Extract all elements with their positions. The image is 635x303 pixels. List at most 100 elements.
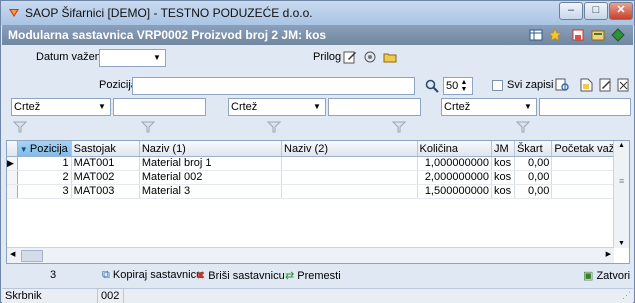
close-button[interactable]: ✕ (609, 2, 633, 20)
scroll-left-icon[interactable]: ◀ (10, 250, 15, 258)
sort-desc-icon: ▼ (19, 144, 30, 154)
filter-3-value-input[interactable] (539, 98, 631, 116)
form-icon[interactable] (591, 28, 605, 42)
exit-icon[interactable] (611, 28, 625, 42)
edit-document-icon[interactable] (599, 78, 612, 92)
filter-icons-row (2, 119, 633, 135)
cell-naziv2[interactable] (281, 170, 418, 185)
col-header-kolicina[interactable]: Količina (417, 141, 493, 157)
cell-kolicina[interactable]: 1,500000000 (417, 184, 493, 199)
filter-1-field: Crtež (14, 101, 41, 113)
filter-funnel-icon[interactable] (516, 121, 530, 133)
filter-1-field-dropdown[interactable]: Crtež ▼ (11, 98, 111, 116)
grid-view-icon[interactable] (529, 28, 543, 42)
cell-sastojak[interactable]: MAT003 (71, 184, 140, 199)
horizontal-scrollbar[interactable]: ◀ ▶ (7, 247, 614, 263)
col-header-skart[interactable]: Škart (514, 141, 553, 157)
maximize-button[interactable]: □ (584, 2, 608, 20)
scroll-down-icon[interactable]: ▼ (618, 240, 625, 247)
status-value: 002 (98, 289, 124, 303)
resize-grip-icon[interactable]: ⋰ (622, 290, 631, 301)
chevron-down-icon: ▼ (313, 102, 321, 111)
move-icon: ⇄ (285, 270, 298, 282)
svi-zapisi-label: Svi zapisi (507, 79, 554, 91)
scroll-up-icon[interactable]: ▲ (618, 142, 625, 149)
col-header-naziv2[interactable]: Naziv (2) (281, 141, 418, 157)
filter-2-value-input[interactable] (328, 98, 421, 116)
stepper-arrows-icon[interactable]: ▲ ▼ (457, 79, 471, 93)
table-row[interactable]: ▶ 1 MAT001 Material broj 1 1,000000000 k… (7, 156, 629, 171)
validity-row: Datum važenja ▼ Prilog (2, 47, 633, 69)
horizontal-scroll-thumb[interactable] (21, 250, 43, 262)
cell-naziv1[interactable]: Material 002 (139, 170, 283, 185)
filter-1-value-input[interactable] (113, 98, 206, 116)
cell-sastojak[interactable]: MAT002 (71, 170, 140, 185)
row-indicator[interactable] (7, 170, 18, 185)
delete-bom-button[interactable]: ✖ Briši sastavnicu (196, 269, 285, 282)
col-header-naziv1[interactable]: Naziv (1) (139, 141, 283, 157)
copy-bom-button[interactable]: ⧉ Kopiraj sastavnicu (102, 269, 202, 282)
close-form-button[interactable]: ▣ Zatvori (583, 269, 630, 282)
delete-icon: ✖ (196, 270, 209, 282)
cell-pozicija[interactable]: 3 (17, 184, 72, 199)
cell-naziv1[interactable]: Material broj 1 (139, 156, 283, 171)
col-header-sastojak[interactable]: Sastojak (71, 141, 140, 157)
filter-funnel-icon[interactable] (13, 121, 27, 133)
filter-funnel-icon[interactable] (267, 121, 281, 133)
vertical-scrollbar[interactable]: ▲ ≡ ▼ (613, 141, 629, 248)
grid-header-row: ▼ Pozicija Sastojak Naziv (1) Naziv (2) … (7, 141, 629, 157)
title-bar[interactable]: SAOP Šifarnici [DEMO] - TESTNO PODUZEĆE … (1, 1, 634, 25)
chevron-down-icon: ▼ (98, 102, 106, 111)
table-row[interactable]: 2 MAT002 Material 002 2,000000000 kos 0,… (7, 170, 629, 185)
delete-document-icon[interactable] (617, 78, 630, 92)
cell-naziv2[interactable] (281, 184, 418, 199)
status-bar: Skrbnik 002 ⋰ (2, 288, 633, 303)
search-doc-icon[interactable] (555, 78, 570, 92)
table-row[interactable]: 3 MAT003 Material 3 1,500000000 kos 0,00 (7, 184, 629, 199)
minimize-button[interactable]: – (559, 2, 583, 20)
record-count: 3 (50, 269, 57, 281)
cell-jm[interactable]: kos (491, 184, 515, 199)
cell-naziv1[interactable]: Material 3 (139, 184, 283, 199)
scroll-grip-icon[interactable]: ≡ (619, 176, 624, 186)
pozicija-search-input[interactable] (132, 77, 415, 95)
row-indicator[interactable] (7, 184, 18, 199)
cell-jm[interactable]: kos (491, 170, 515, 185)
components-grid: ▼ Pozicija Sastojak Naziv (1) Naziv (2) … (6, 140, 630, 264)
scan-attachment-icon[interactable] (363, 50, 377, 64)
datum-dropdown[interactable]: ▼ (99, 49, 166, 67)
cell-kolicina[interactable]: 2,000000000 (417, 170, 493, 185)
home-icon[interactable] (571, 28, 585, 42)
cell-pozicija[interactable]: 1 (17, 156, 72, 171)
filter-funnel-icon[interactable] (141, 121, 155, 133)
cell-skart[interactable]: 0,00 (514, 184, 553, 199)
col-header-jm[interactable]: JM (491, 141, 515, 157)
search-icon[interactable] (425, 79, 439, 93)
cell-kolicina[interactable]: 1,000000000 (417, 156, 493, 171)
cell-pozicija[interactable]: 2 (17, 170, 72, 185)
row-indicator[interactable]: ▶ (7, 156, 18, 171)
cell-naziv2[interactable] (281, 156, 418, 171)
filter-3-field-dropdown[interactable]: Crtež ▼ (441, 98, 537, 116)
prilog-label: Prilog (313, 51, 342, 63)
scroll-right-icon[interactable]: ▶ (606, 250, 611, 258)
record-count-stepper[interactable]: 50 ▲ ▼ (443, 77, 473, 95)
cell-skart[interactable]: 0,00 (514, 156, 553, 171)
chevron-down-icon: ▼ (153, 53, 161, 62)
filter-funnel-icon[interactable] (392, 121, 406, 133)
filter-2-field-dropdown[interactable]: Crtež ▼ (228, 98, 326, 116)
move-button[interactable]: ⇄ Premesti (285, 269, 341, 282)
form-header: Modularna sastavnica VRP0002 Proizvod br… (2, 25, 633, 45)
cell-skart[interactable]: 0,00 (514, 170, 553, 185)
edit-attachment-icon[interactable] (343, 50, 357, 64)
main-window: SAOP Šifarnici [DEMO] - TESTNO PODUZEĆE … (0, 0, 635, 303)
status-label: Skrbnik (2, 289, 98, 303)
cell-jm[interactable]: kos (491, 156, 515, 171)
favorite-star-icon[interactable] (548, 28, 562, 42)
open-folder-icon[interactable] (383, 50, 397, 64)
svi-zapisi-checkbox[interactable] (492, 80, 503, 91)
new-document-icon[interactable] (580, 78, 593, 92)
cell-sastojak[interactable]: MAT001 (71, 156, 140, 171)
window-title: SAOP Šifarnici [DEMO] - TESTNO PODUZEĆE … (25, 6, 313, 20)
col-header-pozicija[interactable]: ▼ Pozicija (17, 141, 72, 157)
